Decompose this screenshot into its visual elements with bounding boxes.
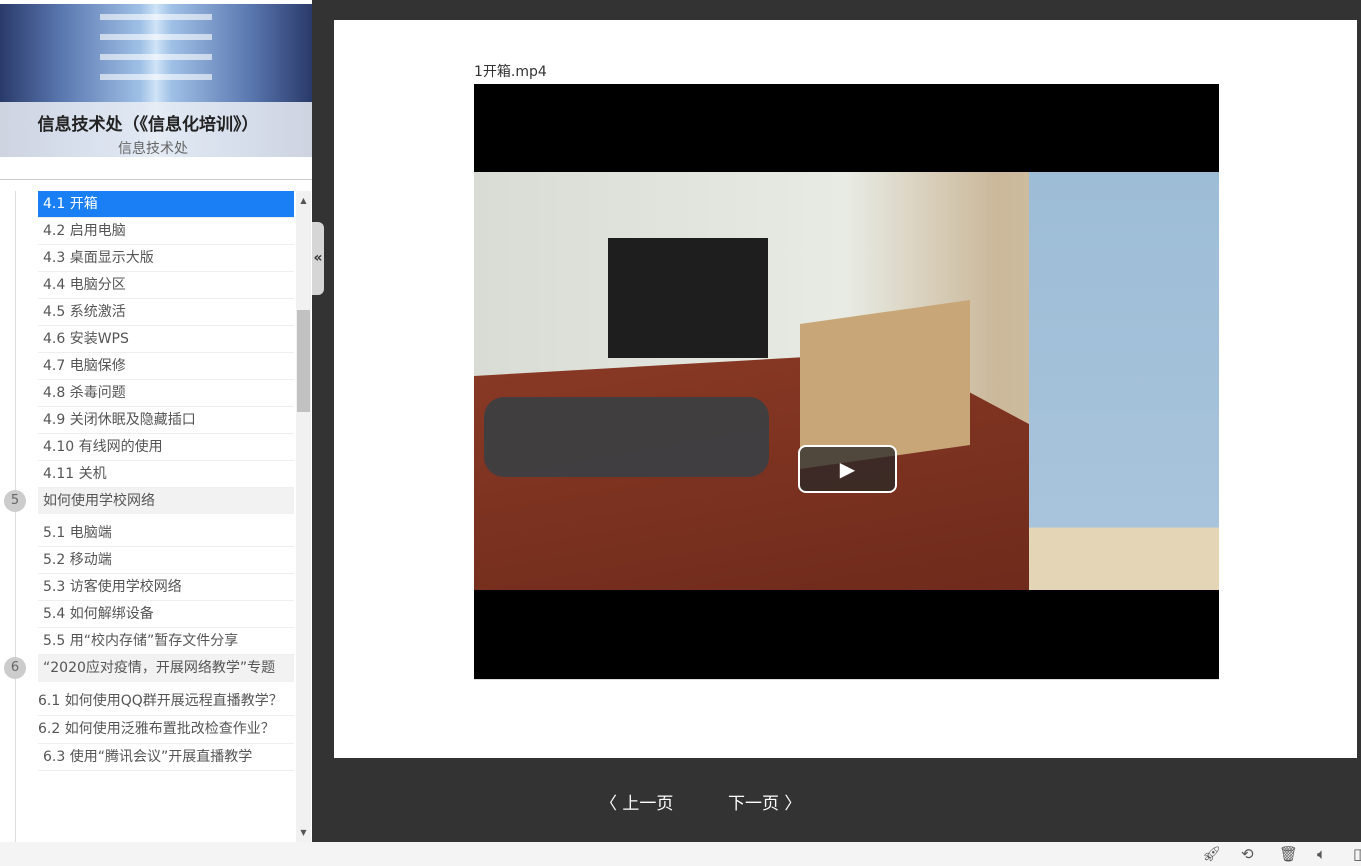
video-frame: ▶ <box>474 172 1219 590</box>
collapse-sidebar-button[interactable]: « <box>312 222 324 295</box>
play-button[interactable]: ▶ <box>798 445 897 493</box>
scrollbar[interactable] <box>296 191 311 842</box>
chapter-number: 5 <box>4 490 26 512</box>
video-filename: 1开箱.mp4 <box>474 64 547 80</box>
divider <box>0 179 312 180</box>
volume-icon[interactable]: 🔈︎ <box>1317 845 1326 863</box>
toc-item[interactable]: 6.3 使用“腾讯会议”开展直播教学 <box>38 744 294 771</box>
toc-item[interactable]: 4.11 关机 <box>38 461 294 488</box>
scrollbar-thumb[interactable] <box>297 310 310 412</box>
toc-item[interactable]: 6.1 如何使用QQ群开展远程直播教学？ <box>38 688 294 716</box>
toc-item[interactable]: 4.10 有线网的使用 <box>38 434 294 461</box>
toc-item[interactable]: 4.6 安装WPS <box>38 326 294 353</box>
chevron-left-icon: 〈 <box>600 794 623 814</box>
prev-page-button[interactable]: 〈 上一页 <box>600 789 673 814</box>
toc-item[interactable]: 5.5 用“校内存储”暂存文件分享 <box>38 628 294 655</box>
toc-item[interactable]: 4.7 电脑保修 <box>38 353 294 380</box>
toc-item[interactable]: 4.9 关闭休眠及隐藏插口 <box>38 407 294 434</box>
chevron-right-icon: 〉 <box>779 794 802 814</box>
toc-item[interactable]: 4.4 电脑分区 <box>38 272 294 299</box>
toc-item[interactable]: 4.3 桌面显示大版 <box>38 245 294 272</box>
next-label: 下一页 <box>728 794 779 814</box>
bottom-toolbar: 🚀︎ ⟲ 🗑︎ 🔈︎ ◫ <box>0 842 1361 866</box>
next-page-button[interactable]: 下一页 〉 <box>728 789 801 814</box>
toc-item[interactable]: 5.2 移动端 <box>38 547 294 574</box>
toc-item[interactable]: 5.1 电脑端 <box>38 520 294 547</box>
scroll-up-icon[interactable]: ▲ <box>296 196 311 208</box>
course-banner: 信息技术处（《信息化培训》） 信息技术处 <box>0 4 312 157</box>
course-subtitle: 信息技术处 <box>118 141 188 157</box>
toc-item[interactable]: 4.2 启用电脑 <box>38 218 294 245</box>
trash-icon[interactable]: 🗑︎ <box>1279 845 1298 863</box>
prev-label: 上一页 <box>622 794 674 814</box>
toc-chapter-5[interactable]: 5 如何使用学校网络 <box>4 488 294 514</box>
scroll-down-icon[interactable]: ▼ <box>296 828 311 840</box>
toc-chapter-6[interactable]: 6 “2020应对疫情，开展网络教学”专题 <box>4 655 294 682</box>
toc-item[interactable]: 4.1 开箱 <box>38 191 294 218</box>
rocket-icon[interactable]: 🚀︎ <box>1202 845 1221 863</box>
chapter-title: 如何使用学校网络 <box>43 493 155 509</box>
window-icon[interactable]: ◫ <box>1353 845 1361 863</box>
toc-item[interactable]: 5.3 访客使用学校网络 <box>38 574 294 601</box>
course-title: 信息技术处（《信息化培训》） <box>37 115 259 135</box>
toc-item[interactable]: 6.2 如何使用泛雅布置批改检查作业？ <box>38 716 294 744</box>
chapter-number: 6 <box>4 657 26 679</box>
video-player[interactable]: ▶ <box>474 84 1219 680</box>
toc-item[interactable]: 5.4 如何解绑设备 <box>38 601 294 628</box>
chapter-title: “2020应对疫情，开展网络教学”专题 <box>43 660 276 676</box>
sidebar: 信息技术处（《信息化培训》） 信息技术处 4.1 开箱 4.2 启用电脑 4.3… <box>0 0 312 842</box>
toc-list: 4.1 开箱 4.2 启用电脑 4.3 桌面显示大版 4.4 电脑分区 4.5 … <box>0 191 296 771</box>
toc-item[interactable]: 4.5 系统激活 <box>38 299 294 326</box>
history-icon[interactable]: ⟲ <box>1241 845 1254 863</box>
toc-item[interactable]: 4.8 杀毒问题 <box>38 380 294 407</box>
